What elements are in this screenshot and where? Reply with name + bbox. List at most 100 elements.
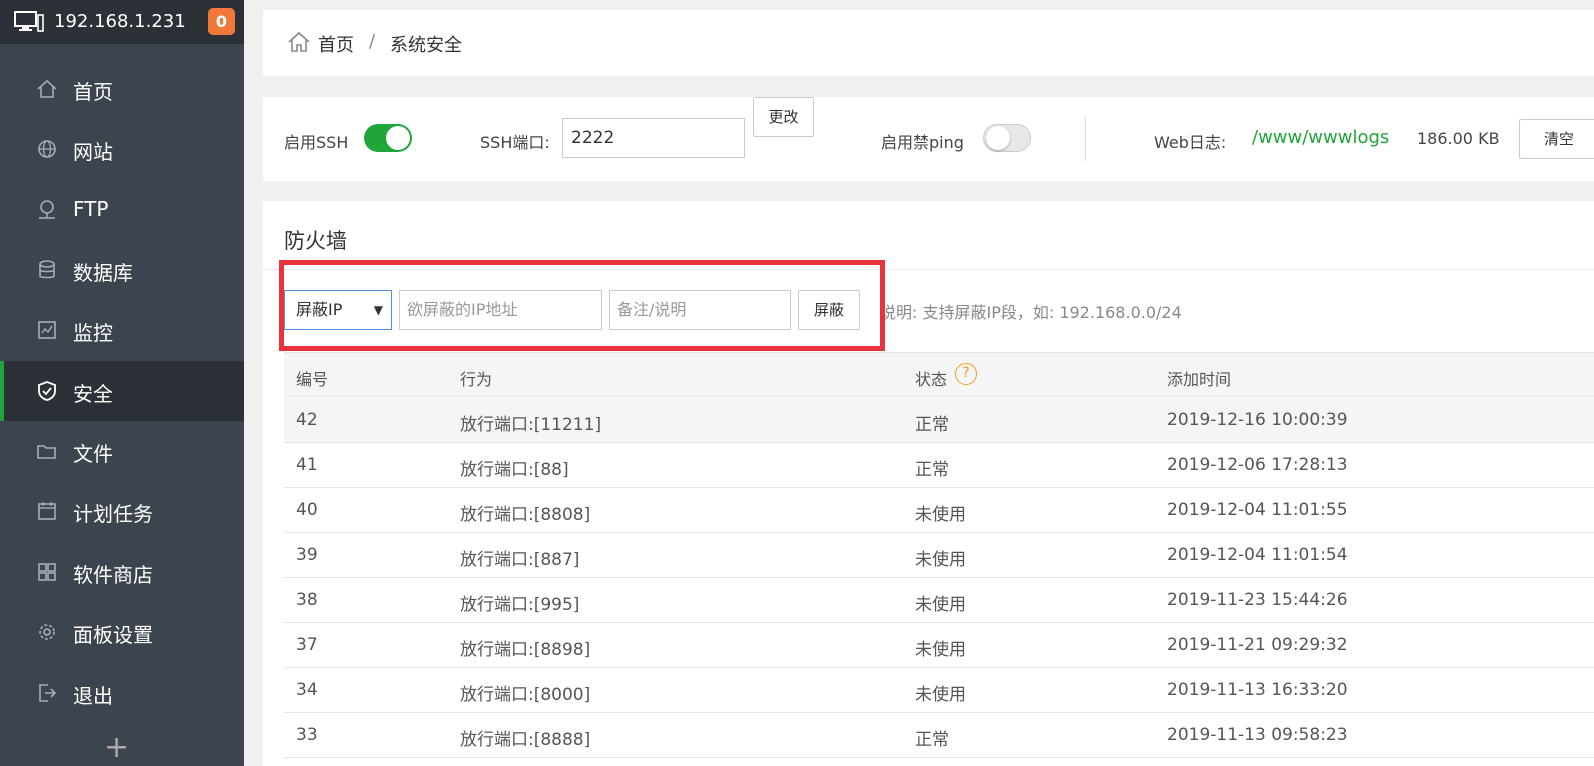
change-port-button[interactable]: 更改 <box>753 97 814 137</box>
cell-time: 2019-12-06 17:28:13 <box>1167 455 1348 475</box>
cell-time: 2019-11-23 15:44:26 <box>1167 590 1348 610</box>
ssh-port-label: SSH端口: <box>480 133 550 152</box>
toggle-knob <box>986 126 1010 150</box>
column-header-action: 行为 <box>460 370 493 389</box>
ssh-toggle[interactable] <box>364 124 412 152</box>
cell-action: 放行端口:[8888] <box>460 730 591 750</box>
cell-id: 40 <box>296 500 318 520</box>
cell-id: 34 <box>296 680 318 700</box>
table-row[interactable]: 39 放行端口:[887] 未使用 2019-12-04 11:01:54 <box>284 533 1594 578</box>
help-icon[interactable]: ? <box>955 363 977 385</box>
ssh-label: 启用SSH <box>284 133 349 152</box>
divider <box>1085 117 1086 161</box>
sidebar-header: 192.168.1.231 0 <box>0 0 244 44</box>
weblog-label: Web日志: <box>1154 133 1227 152</box>
sidebar-item-label: 文件 <box>73 442 113 466</box>
ftp-icon <box>39 200 55 219</box>
cell-status: 未使用 <box>915 640 966 660</box>
sidebar-item-database[interactable]: 数据库 <box>0 240 244 300</box>
sidebar-item-label: 面板设置 <box>73 623 153 647</box>
cell-time: 2019-11-21 09:29:32 <box>1167 635 1348 655</box>
ping-label: 启用禁ping <box>881 133 964 152</box>
gear-icon <box>39 624 55 640</box>
hint-text: 说明: 支持屏蔽IP段，如: 192.168.0.0/24 <box>880 303 1182 322</box>
home-icon <box>37 79 57 98</box>
column-header-id: 编号 <box>296 370 329 389</box>
sidebar: 192.168.1.231 0 首页 网站 FTP 数据库 监控 安全 文件 计… <box>0 0 244 766</box>
security-settings-bar: 启用SSH SSH端口: 2222 更改 启用禁ping Web日志: /www… <box>263 97 1594 181</box>
weblog-path-link[interactable]: /www/wwwlogs <box>1252 127 1389 148</box>
sidebar-item-settings[interactable]: 面板设置 <box>0 602 244 662</box>
weblog-size: 186.00 KB <box>1417 129 1500 148</box>
home-icon[interactable] <box>287 30 311 54</box>
sidebar-item-label: 安全 <box>73 382 113 406</box>
cell-status: 正常 <box>915 460 949 480</box>
toggle-knob <box>386 126 410 150</box>
server-host: 192.168.1.231 <box>54 11 186 32</box>
cell-id: 38 <box>296 590 318 610</box>
cell-time: 2019-12-04 11:01:54 <box>1167 545 1348 565</box>
globe-icon <box>38 140 56 158</box>
table-row[interactable]: 40 放行端口:[8808] 未使用 2019-12-04 11:01:55 <box>284 488 1594 533</box>
breadcrumb-current: 系统安全 <box>390 35 462 56</box>
sidebar-item-files[interactable]: 文件 <box>0 421 244 481</box>
sidebar-item-monitor[interactable]: 监控 <box>0 300 244 360</box>
sidebar-item-label: 计划任务 <box>73 502 153 526</box>
sidebar-item-ftp[interactable]: FTP <box>0 180 244 240</box>
cell-time: 2019-12-16 10:00:39 <box>1167 410 1348 430</box>
monitor-icon <box>38 321 56 339</box>
ping-toggle[interactable] <box>983 124 1031 152</box>
firewall-title: 防火墙 <box>284 229 347 253</box>
cell-action: 放行端口:[995] <box>460 595 580 615</box>
database-icon <box>39 260 55 279</box>
cell-status: 正常 <box>915 415 949 435</box>
ssh-port-input[interactable]: 2222 <box>562 118 745 158</box>
cell-status: 未使用 <box>915 685 966 705</box>
table-row[interactable]: 33 放行端口:[8888] 正常 2019-11-13 09:58:23 <box>284 713 1594 758</box>
table-row[interactable]: 34 放行端口:[8000] 未使用 2019-11-13 16:33:20 <box>284 668 1594 713</box>
table-row[interactable]: 41 放行端口:[88] 正常 2019-12-06 17:28:13 <box>284 443 1594 488</box>
breadcrumb-home-link[interactable]: 首页 <box>318 31 354 57</box>
cell-id: 41 <box>296 455 318 475</box>
breadcrumb: 首页 / 系统安全 <box>263 10 1594 76</box>
cell-status: 未使用 <box>915 505 966 525</box>
column-header-status: 状态 <box>915 370 948 389</box>
sidebar-item-security[interactable]: 安全 <box>0 361 244 421</box>
logout-icon <box>39 684 57 702</box>
folder-icon <box>37 445 56 459</box>
highlight-box <box>279 260 885 351</box>
sidebar-item-cron[interactable]: 计划任务 <box>0 481 244 541</box>
sidebar-item-label: 软件商店 <box>73 563 153 587</box>
cell-id: 33 <box>296 725 318 745</box>
sidebar-item-home[interactable]: 首页 <box>0 59 244 119</box>
apps-icon <box>38 563 56 581</box>
cell-action: 放行端口:[8808] <box>460 505 591 525</box>
computer-icon <box>14 11 44 32</box>
table-row[interactable]: 38 放行端口:[995] 未使用 2019-11-23 15:44:26 <box>284 578 1594 623</box>
sidebar-item-store[interactable]: 软件商店 <box>0 542 244 602</box>
add-icon[interactable]: + <box>104 730 129 765</box>
table-header: 编号 行为 状态 添加时间 <box>284 352 1594 397</box>
shield-icon <box>38 381 56 401</box>
sidebar-item-label: FTP <box>73 197 109 221</box>
calendar-icon <box>38 502 56 520</box>
cell-status: 正常 <box>915 730 949 750</box>
sidebar-item-label: 数据库 <box>73 261 133 285</box>
cell-id: 37 <box>296 635 318 655</box>
sidebar-item-label: 退出 <box>73 684 113 708</box>
cell-time: 2019-11-13 09:58:23 <box>1167 725 1348 745</box>
cell-time: 2019-11-13 16:33:20 <box>1167 680 1348 700</box>
cell-action: 放行端口:[8000] <box>460 685 591 705</box>
sidebar-item-logout[interactable]: 退出 <box>0 663 244 723</box>
notification-badge[interactable]: 0 <box>208 8 235 35</box>
table-row[interactable]: 42 放行端口:[11211] 正常 2019-12-16 10:00:39 <box>284 398 1594 443</box>
table-row[interactable]: 37 放行端口:[8898] 未使用 2019-11-21 09:29:32 <box>284 623 1594 668</box>
clear-log-button[interactable]: 清空 <box>1519 119 1594 159</box>
cell-action: 放行端口:[8898] <box>460 640 591 660</box>
sidebar-item-website[interactable]: 网站 <box>0 119 244 179</box>
sidebar-item-label: 网站 <box>73 140 113 164</box>
column-header-time: 添加时间 <box>1167 370 1232 389</box>
cell-action: 放行端口:[88] <box>460 460 569 480</box>
cell-time: 2019-12-04 11:01:55 <box>1167 500 1348 520</box>
cell-status: 未使用 <box>915 595 966 615</box>
